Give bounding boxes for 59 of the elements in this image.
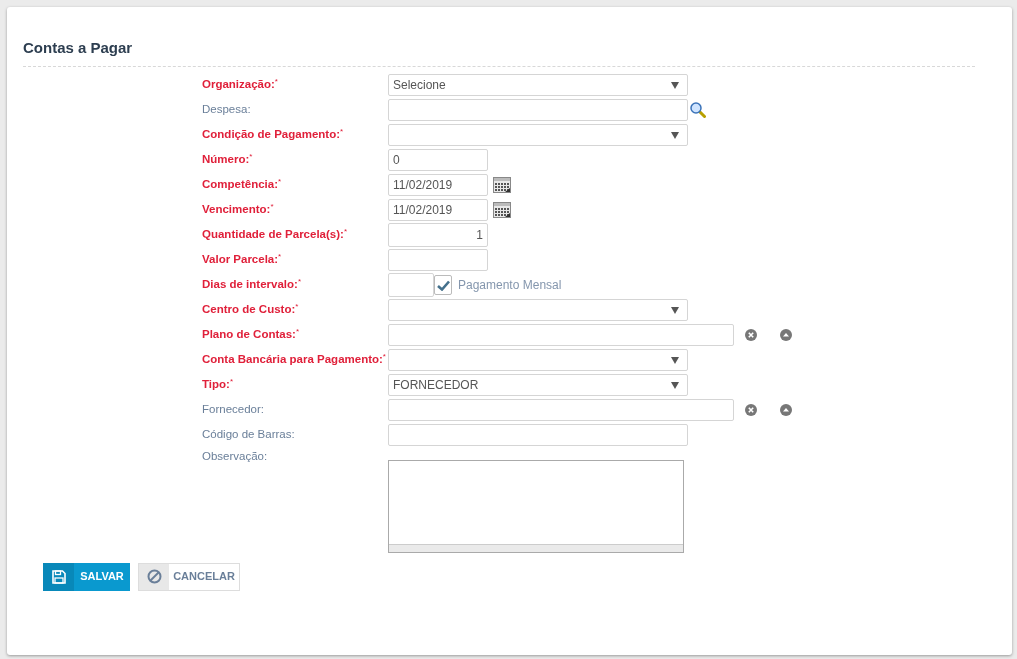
select-field[interactable] — [388, 349, 688, 371]
dropdown-caret-icon — [671, 81, 679, 89]
text-input[interactable] — [388, 324, 734, 346]
field-label: Competência: — [202, 178, 279, 191]
select-field[interactable]: FORNECEDOR — [388, 374, 688, 396]
select-field[interactable]: Selecione — [388, 74, 688, 96]
field-label: Fornecedor: — [202, 403, 264, 416]
field-label: Valor Parcela: — [202, 253, 279, 266]
required-mark: * — [340, 127, 344, 137]
text-input[interactable] — [388, 99, 688, 121]
required-mark: * — [295, 327, 300, 337]
field-label: Despesa: — [202, 103, 251, 116]
required-mark: * — [274, 77, 278, 87]
date-input[interactable]: 11/02/2019 — [388, 199, 488, 221]
required-mark: * — [278, 252, 282, 262]
select-value: Selecione — [393, 77, 446, 94]
select-field[interactable] — [388, 124, 688, 146]
field-label: Tipo: — [202, 378, 230, 391]
search-icon[interactable] — [690, 102, 706, 118]
field-label: Observação: — [202, 449, 268, 462]
collapse-icon[interactable] — [780, 404, 792, 416]
date-input[interactable]: 11/02/2019 — [388, 174, 488, 196]
text-input[interactable] — [388, 424, 688, 446]
select-field[interactable] — [388, 299, 688, 321]
dropdown-caret-icon — [671, 306, 679, 314]
clear-icon[interactable] — [745, 329, 757, 341]
dropdown-caret-icon — [671, 381, 679, 389]
field-label: Organização: — [202, 78, 275, 91]
text-input[interactable] — [388, 249, 488, 271]
field-label: Conta Bancária para Pagamento: — [202, 353, 383, 366]
field-label: Quantidade de Parcela(s): — [202, 228, 344, 241]
required-mark: * — [343, 227, 347, 237]
field-label: Condição de Pagamento: — [202, 128, 341, 141]
calendar-icon[interactable] — [493, 177, 511, 193]
number-input[interactable]: 1 — [388, 223, 488, 247]
required-mark: * — [382, 352, 386, 362]
text-input[interactable] — [388, 399, 734, 421]
textarea-field[interactable] — [388, 459, 684, 553]
prohibited-icon — [146, 569, 162, 584]
required-mark: * — [249, 152, 253, 162]
collapse-icon[interactable] — [780, 329, 792, 341]
select-value: FORNECEDOR — [393, 377, 479, 394]
field-label: Código de Barras: — [202, 428, 295, 441]
required-mark: * — [270, 202, 274, 212]
dropdown-caret-icon — [671, 356, 679, 364]
calendar-icon[interactable] — [493, 202, 511, 218]
required-mark: * — [229, 377, 234, 387]
field-label: Dias de intervalo: — [202, 278, 298, 291]
clear-icon[interactable] — [745, 404, 757, 416]
required-mark: * — [295, 302, 299, 312]
dropdown-caret-icon — [671, 131, 679, 139]
text-input[interactable]: 0 — [388, 149, 488, 171]
required-mark: * — [297, 277, 301, 287]
cancel-button[interactable]: CANCELAR — [138, 562, 240, 591]
interval-input[interactable] — [388, 273, 434, 297]
field-label: Plano de Contas: — [202, 328, 296, 341]
required-mark: * — [278, 177, 282, 187]
page-title: Contas a Pagar — [23, 38, 134, 58]
checkbox[interactable] — [434, 275, 452, 295]
